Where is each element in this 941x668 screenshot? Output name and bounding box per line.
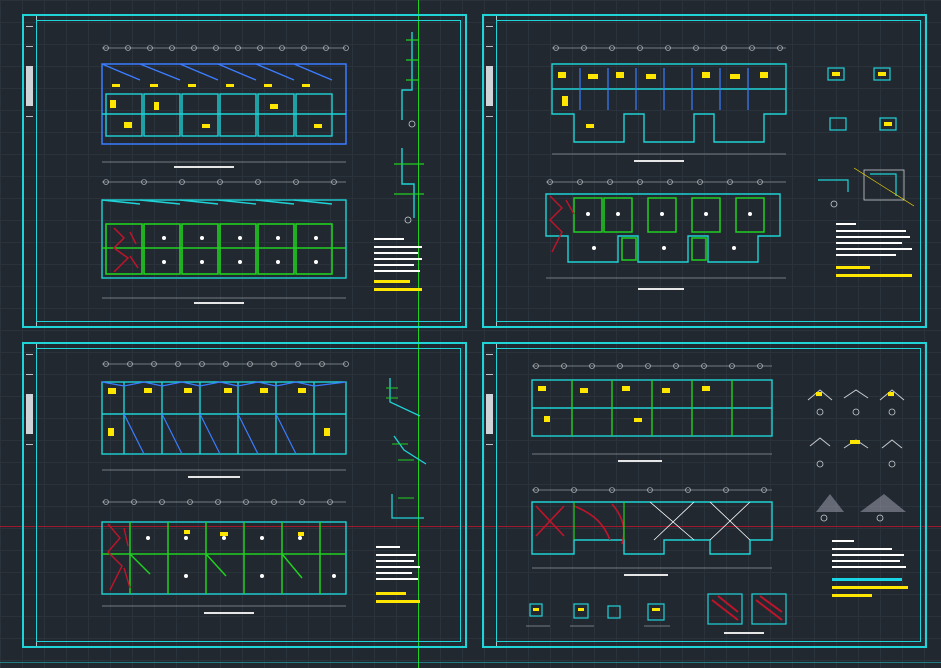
- stair-section-detail[interactable]: [814, 166, 924, 216]
- column-detail-3[interactable]: [824, 114, 854, 138]
- general-notes-line: [374, 258, 422, 260]
- rebar-note-highlight: [376, 600, 420, 603]
- general-notes-line: [376, 560, 414, 562]
- general-notes-line: [376, 554, 416, 556]
- general-notes-line: [836, 236, 910, 238]
- general-notes-line: [836, 254, 896, 256]
- floor-plan-upper[interactable]: [84, 44, 364, 174]
- general-notes-line: [374, 246, 422, 248]
- floor-plan-upper[interactable]: [534, 44, 794, 174]
- rebar-note-highlight: [836, 274, 912, 277]
- drawing-sheet-4[interactable]: [482, 342, 927, 648]
- stair-detail-1[interactable]: [380, 372, 430, 422]
- drawing-sheet-2[interactable]: [482, 14, 927, 328]
- rebar-note-cyan: [832, 578, 902, 581]
- general-notes-line: [836, 248, 912, 250]
- general-notes-line: [374, 264, 414, 266]
- beam-detail-row[interactable]: [524, 598, 714, 634]
- floor-plan-upper[interactable]: [84, 358, 364, 488]
- general-notes-line: [832, 548, 892, 550]
- general-notes-title: [836, 223, 856, 225]
- rebar-note-highlight: [832, 594, 872, 597]
- drawing-sheet-1[interactable]: [22, 14, 467, 328]
- general-notes-line: [832, 560, 900, 562]
- column-detail-4[interactable]: [874, 114, 904, 138]
- general-notes-title: [376, 546, 400, 548]
- floor-plan-lower[interactable]: [528, 178, 798, 298]
- rebar-note-highlight: [376, 592, 406, 595]
- rebar-note-highlight: [832, 586, 908, 589]
- general-notes-line: [836, 230, 906, 232]
- model-tab-bar: [0, 662, 941, 663]
- general-notes-line: [836, 242, 902, 244]
- drawing-sheet-3[interactable]: [22, 342, 467, 648]
- general-notes-line: [374, 252, 418, 254]
- rebar-note-highlight: [374, 280, 410, 283]
- node-detail-row-1[interactable]: [804, 380, 914, 420]
- node-detail-row-2[interactable]: [804, 432, 914, 472]
- general-notes-title: [374, 238, 404, 240]
- rebar-note-highlight: [374, 288, 422, 291]
- wall-section-detail-2[interactable]: [384, 144, 434, 224]
- general-notes-line: [376, 578, 418, 580]
- roof-plan[interactable]: [514, 484, 784, 584]
- wall-section-detail-1[interactable]: [392, 30, 432, 130]
- roof-corner-detail[interactable]: [704, 590, 794, 638]
- eave-detail-row[interactable]: [810, 484, 920, 524]
- floor-plan-lower[interactable]: [84, 494, 364, 624]
- general-notes-line: [374, 270, 420, 272]
- stair-detail-2[interactable]: [384, 430, 434, 480]
- general-notes-line: [376, 566, 420, 568]
- general-notes-line: [832, 566, 906, 568]
- rebar-note-highlight: [836, 266, 870, 269]
- floor-plan-upper[interactable]: [514, 360, 784, 470]
- general-notes-line: [832, 554, 904, 556]
- column-detail-2[interactable]: [868, 64, 898, 88]
- floor-plan-lower[interactable]: [84, 178, 364, 318]
- general-notes-line: [376, 572, 412, 574]
- stair-detail-3[interactable]: [384, 488, 434, 528]
- column-detail-1[interactable]: [822, 64, 852, 88]
- general-notes-title: [832, 540, 854, 542]
